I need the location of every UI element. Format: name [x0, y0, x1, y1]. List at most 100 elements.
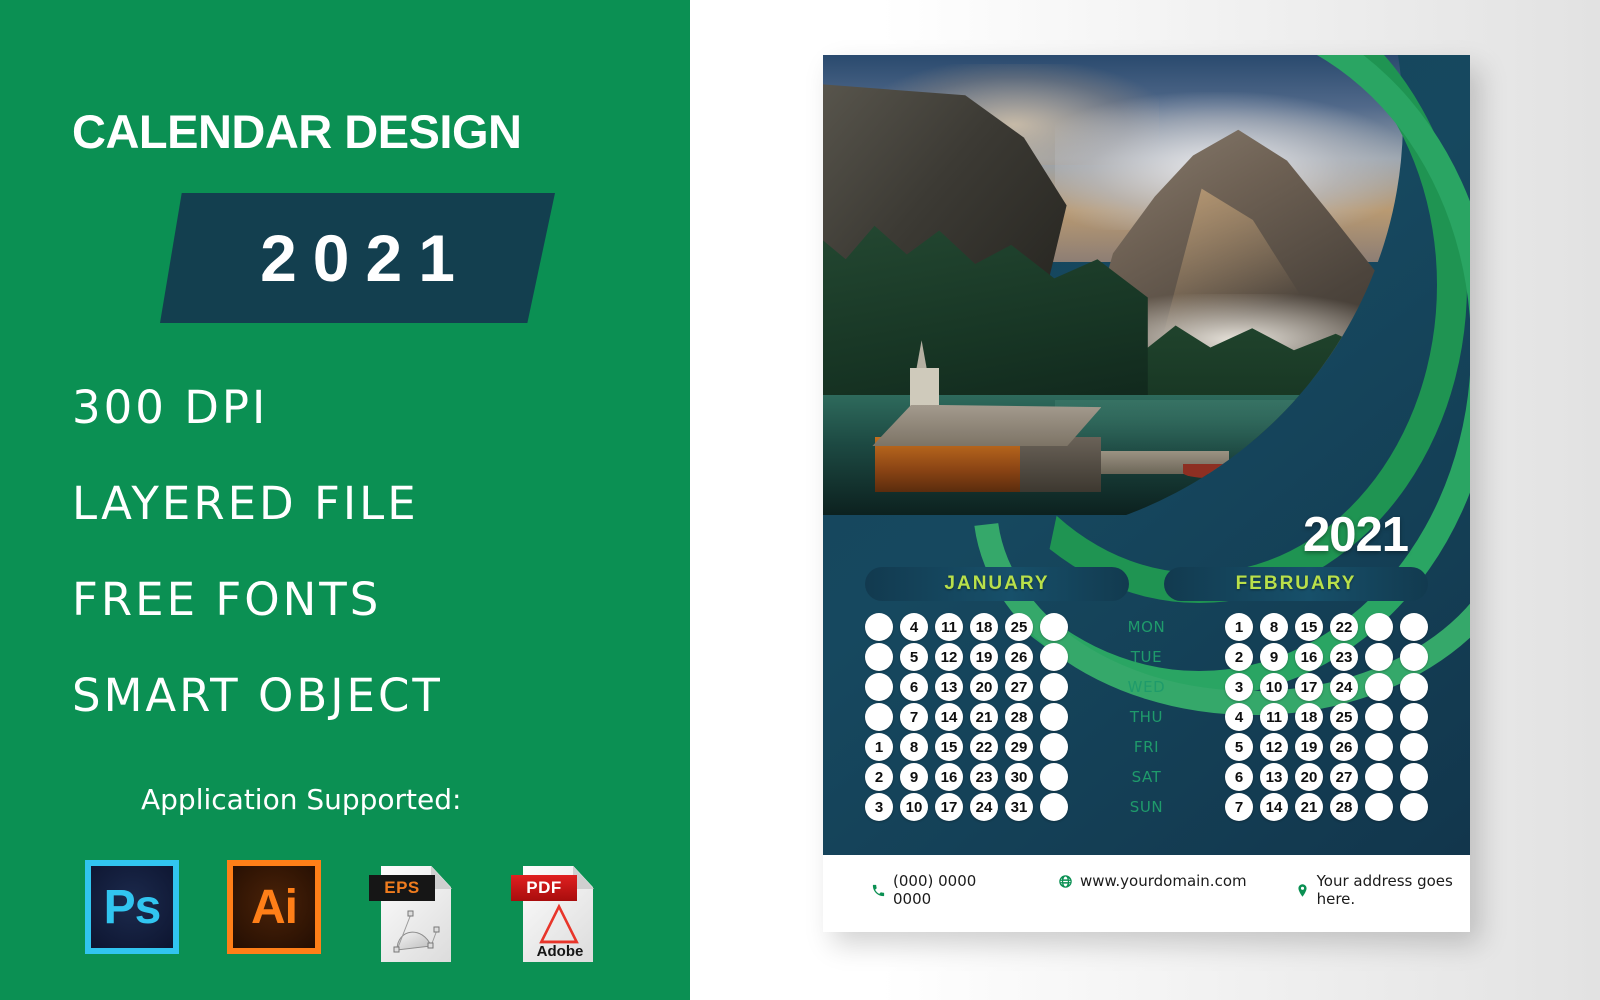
- calendar-day-cell[interactable]: 24: [1330, 673, 1358, 701]
- calendar-day-cell[interactable]: 17: [1295, 673, 1323, 701]
- calendar-week-row: 5 12 19 26: [865, 643, 1068, 671]
- calendar-day-empty: [1400, 643, 1428, 671]
- calendar-week-row: 5 12 19 26: [1225, 733, 1428, 761]
- calendar-day-empty: [1400, 613, 1428, 641]
- year-ribbon-label: 2021: [260, 221, 471, 295]
- pdf-file-icon: △ Adobe PDF: [511, 860, 605, 962]
- weekday-label: SAT: [1131, 768, 1162, 786]
- calendar-day-cell[interactable]: 18: [1295, 703, 1323, 731]
- calendar-day-empty: [865, 703, 893, 731]
- month-grid-february: 1 8 15 22 2 9 16 23 3 10 17 24 4 11 18 25 5 12 19 26 6 13 20 27…: [1225, 613, 1428, 821]
- calendar-day-cell[interactable]: 25: [1330, 703, 1358, 731]
- footer-phone[interactable]: (000) 0000 0000: [871, 872, 1000, 908]
- calendar-day-cell[interactable]: 2: [865, 763, 893, 791]
- month-header-january-label: JANUARY: [944, 573, 1050, 594]
- calendar-day-empty: [1400, 763, 1428, 791]
- calendar-day-cell[interactable]: 14: [935, 703, 963, 731]
- calendar-day-cell[interactable]: 3: [865, 793, 893, 821]
- calendar-day-cell[interactable]: 23: [1330, 643, 1358, 671]
- footer-address[interactable]: Your address goes here.: [1295, 872, 1470, 908]
- calendar-day-cell[interactable]: 5: [1225, 733, 1253, 761]
- calendar-day-cell[interactable]: 22: [1330, 613, 1358, 641]
- calendar-week-row: 1 8 15 22: [1225, 613, 1428, 641]
- calendar-day-cell[interactable]: 28: [1330, 793, 1358, 821]
- calendar-day-cell[interactable]: 18: [970, 613, 998, 641]
- calendar-day-cell[interactable]: 16: [935, 763, 963, 791]
- calendar-day-cell[interactable]: 7: [1225, 793, 1253, 821]
- calendar-day-cell[interactable]: 15: [1295, 613, 1323, 641]
- calendar-day-cell[interactable]: 30: [1005, 763, 1033, 791]
- calendar-day-cell[interactable]: 27: [1005, 673, 1033, 701]
- calendar-day-cell[interactable]: 14: [1260, 793, 1288, 821]
- feature-list: 300 DPI LAYERED FILE FREE FONTS SMART OB…: [72, 360, 443, 744]
- phone-icon: [871, 883, 886, 898]
- calendar-day-cell[interactable]: 27: [1330, 763, 1358, 791]
- calendar-day-cell[interactable]: 23: [970, 763, 998, 791]
- calendar-week-row: 3 10 17 24 31: [865, 793, 1068, 821]
- pdf-file-tag: PDF: [511, 875, 577, 901]
- calendar-day-cell[interactable]: 9: [1260, 643, 1288, 671]
- calendar-day-cell[interactable]: 2: [1225, 643, 1253, 671]
- calendar-day-cell[interactable]: 19: [970, 643, 998, 671]
- calendar-day-empty: [1040, 643, 1068, 671]
- calendar-day-cell[interactable]: 1: [1225, 613, 1253, 641]
- calendar-day-cell[interactable]: 3: [1225, 673, 1253, 701]
- calendar-day-cell[interactable]: 12: [935, 643, 963, 671]
- calendar-day-cell[interactable]: 10: [900, 793, 928, 821]
- calendar-day-cell[interactable]: 31: [1005, 793, 1033, 821]
- calendar-day-empty: [1040, 763, 1068, 791]
- month-header-january[interactable]: JANUARY: [865, 567, 1129, 601]
- calendar-day-cell[interactable]: 22: [970, 733, 998, 761]
- calendar-day-empty: [1040, 703, 1068, 731]
- calendar-day-cell[interactable]: 15: [935, 733, 963, 761]
- month-header-february[interactable]: FEBRUARY: [1164, 567, 1428, 601]
- calendar-day-empty: [1040, 733, 1068, 761]
- photo-church: [910, 367, 939, 410]
- footer-website[interactable]: www.yourdomain.com: [1058, 872, 1247, 890]
- weekday-label-column: MON TUE WED THU FRI SAT SUN: [1118, 613, 1176, 821]
- calendar-day-cell[interactable]: 21: [1295, 793, 1323, 821]
- feature-item-fonts: FREE FONTS: [72, 573, 382, 626]
- calendar-day-cell[interactable]: 20: [1295, 763, 1323, 791]
- calendar-day-cell[interactable]: 25: [1005, 613, 1033, 641]
- calendar-day-cell[interactable]: 20: [970, 673, 998, 701]
- calendar-day-cell[interactable]: 10: [1260, 673, 1288, 701]
- weekday-label: MON: [1127, 618, 1166, 636]
- calendar-day-cell[interactable]: 8: [900, 733, 928, 761]
- calendar-day-cell[interactable]: 26: [1330, 733, 1358, 761]
- calendar-day-empty: [1040, 613, 1068, 641]
- calendar-card-body: 2021 JANUARY FEBRUARY 4 11 18 25 5 12 19 26 6 13 2…: [823, 55, 1470, 855]
- calendar-day-cell[interactable]: 29: [1005, 733, 1033, 761]
- calendar-day-cell[interactable]: 5: [900, 643, 928, 671]
- calendar-day-cell[interactable]: 28: [1005, 703, 1033, 731]
- calendar-day-cell[interactable]: 24: [970, 793, 998, 821]
- calendar-day-cell[interactable]: 9: [900, 763, 928, 791]
- calendar-day-cell[interactable]: 6: [900, 673, 928, 701]
- calendar-week-row: 6 13 20 27: [865, 673, 1068, 701]
- calendar-day-cell[interactable]: 13: [935, 673, 963, 701]
- month-header-february-label: FEBRUARY: [1235, 573, 1357, 594]
- calendar-week-row: 4 11 18 25: [865, 613, 1068, 641]
- calendar-day-cell[interactable]: 4: [900, 613, 928, 641]
- calendar-day-cell[interactable]: 11: [935, 613, 963, 641]
- calendar-day-cell[interactable]: 16: [1295, 643, 1323, 671]
- month-header-row: JANUARY FEBRUARY: [865, 567, 1428, 601]
- calendar-day-cell[interactable]: 1: [865, 733, 893, 761]
- calendar-day-cell[interactable]: 11: [1260, 703, 1288, 731]
- calendar-day-cell[interactable]: 19: [1295, 733, 1323, 761]
- calendar-day-cell[interactable]: 6: [1225, 763, 1253, 791]
- calendar-week-row: 7 14 21 28: [1225, 793, 1428, 821]
- feature-item-dpi: 300 DPI: [72, 381, 269, 434]
- calendar-day-cell[interactable]: 7: [900, 703, 928, 731]
- calendar-day-cell[interactable]: 4: [1225, 703, 1253, 731]
- calendar-week-row: 3 10 17 24: [1225, 673, 1428, 701]
- calendar-day-cell[interactable]: 13: [1260, 763, 1288, 791]
- calendar-day-cell[interactable]: 8: [1260, 613, 1288, 641]
- promo-panel: CALENDAR DESIGN 2021 300 DPI LAYERED FIL…: [0, 0, 690, 1000]
- calendar-day-cell[interactable]: 17: [935, 793, 963, 821]
- calendar-day-cell[interactable]: 12: [1260, 733, 1288, 761]
- illustrator-icon-label: Ai: [233, 866, 315, 948]
- calendar-day-empty: [1040, 793, 1068, 821]
- calendar-day-cell[interactable]: 26: [1005, 643, 1033, 671]
- calendar-day-cell[interactable]: 21: [970, 703, 998, 731]
